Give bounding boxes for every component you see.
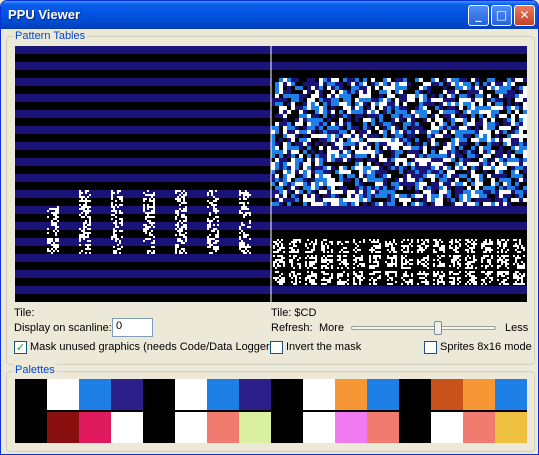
- maximize-icon: □: [495, 8, 508, 22]
- palette-swatch[interactable]: [175, 412, 207, 443]
- scanline-input[interactable]: 0: [112, 318, 153, 337]
- pattern-table-svg: [15, 46, 527, 302]
- close-button[interactable]: ✕: [514, 5, 535, 26]
- palette-swatch[interactable]: [463, 412, 495, 443]
- palette-swatch[interactable]: [79, 412, 111, 443]
- palette-swatch[interactable]: [271, 412, 303, 443]
- palette-swatch[interactable]: [15, 412, 47, 443]
- palette-swatch[interactable]: [335, 412, 367, 443]
- right-tile-label: Tile: $CD: [271, 307, 317, 319]
- sprites-8x16-checkbox[interactable]: [424, 341, 437, 354]
- invert-mask-label: Invert the mask: [286, 341, 362, 353]
- palette-swatch[interactable]: [399, 412, 431, 443]
- right-pattern-table[interactable]: [271, 46, 527, 294]
- palette-swatch[interactable]: [15, 379, 47, 410]
- palette-swatch[interactable]: [111, 379, 143, 410]
- palette-swatch[interactable]: [367, 379, 399, 410]
- palette-swatch[interactable]: [239, 412, 271, 443]
- palette-swatch[interactable]: [207, 412, 239, 443]
- minimize-button[interactable]: _: [468, 5, 489, 26]
- palette-swatch[interactable]: [303, 379, 335, 410]
- invert-mask-checkbox[interactable]: [270, 341, 283, 354]
- palette-swatch[interactable]: [143, 379, 175, 410]
- refresh-label: Refresh:: [271, 322, 313, 334]
- palette-swatch[interactable]: [47, 379, 79, 410]
- ppu-viewer-window: PPU Viewer _ □ ✕ Pattern Tables Tile: Ti…: [0, 0, 539, 455]
- left-tile-label: Tile:: [14, 307, 35, 319]
- refresh-slider-track[interactable]: [351, 326, 496, 330]
- close-icon: ✕: [519, 8, 530, 22]
- palette-swatch[interactable]: [79, 379, 111, 410]
- palette-swatch[interactable]: [431, 412, 463, 443]
- pattern-table-canvas[interactable]: [15, 46, 527, 302]
- palette-swatch[interactable]: [495, 412, 527, 443]
- palettes-legend: Palettes: [13, 364, 57, 376]
- palette-swatch[interactable]: [47, 412, 79, 443]
- palette-swatch[interactable]: [175, 379, 207, 410]
- palette-canvas[interactable]: [15, 379, 527, 443]
- sprites-8x16-label: Sprites 8x16 mode: [440, 341, 532, 353]
- palette-swatch[interactable]: [207, 379, 239, 410]
- mask-unused-label: Mask unused graphics (needs Code/Data Lo…: [30, 341, 274, 353]
- palette-swatch[interactable]: [431, 379, 463, 410]
- window-title: PPU Viewer: [8, 7, 81, 22]
- palette-swatch[interactable]: [367, 412, 399, 443]
- pattern-tables-legend: Pattern Tables: [13, 30, 88, 42]
- palette-swatch[interactable]: [111, 412, 143, 443]
- maximize-button[interactable]: □: [491, 5, 512, 26]
- palette-swatch[interactable]: [303, 412, 335, 443]
- palette-swatch[interactable]: [143, 412, 175, 443]
- refresh-slider-thumb[interactable]: [434, 321, 442, 335]
- palette-swatch[interactable]: [399, 379, 431, 410]
- palette-swatch[interactable]: [463, 379, 495, 410]
- palette-swatch[interactable]: [239, 379, 271, 410]
- left-pattern-table[interactable]: [15, 46, 271, 294]
- palette-swatch[interactable]: [495, 379, 527, 410]
- scanline-label: Display on scanline:: [14, 322, 112, 334]
- title-bar[interactable]: PPU Viewer _ □ ✕: [1, 1, 538, 29]
- palette-swatch[interactable]: [271, 379, 303, 410]
- minimize-icon: _: [475, 8, 482, 22]
- refresh-less-label: Less: [505, 322, 529, 334]
- mask-unused-checkbox[interactable]: ✓: [14, 341, 27, 354]
- refresh-more-label: More: [319, 322, 345, 334]
- palette-swatch[interactable]: [335, 379, 367, 410]
